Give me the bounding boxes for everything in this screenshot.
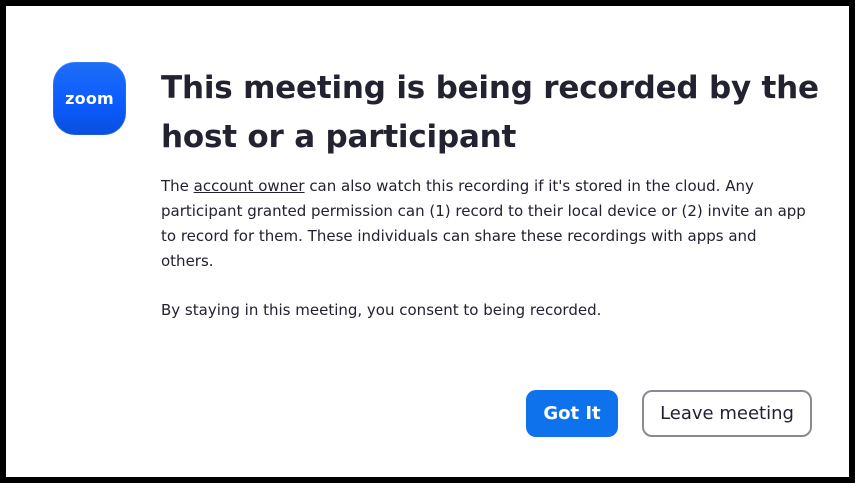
zoom-logo-text: zoom (65, 89, 114, 108)
zoom-logo-icon: zoom (53, 62, 126, 135)
account-owner-link[interactable]: account owner (194, 177, 305, 195)
dialog-body-text: The account owner can also watch this re… (161, 174, 811, 274)
got-it-button[interactable]: Got It (526, 390, 618, 437)
recording-consent-dialog: zoom This meeting is being recorded by t… (6, 6, 849, 477)
leave-meeting-button[interactable]: Leave meeting (642, 390, 812, 437)
dialog-title: This meeting is being recorded by the ho… (161, 70, 819, 155)
body-text-prefix: The (161, 177, 194, 195)
consent-text: By staying in this meeting, you consent … (161, 301, 602, 319)
